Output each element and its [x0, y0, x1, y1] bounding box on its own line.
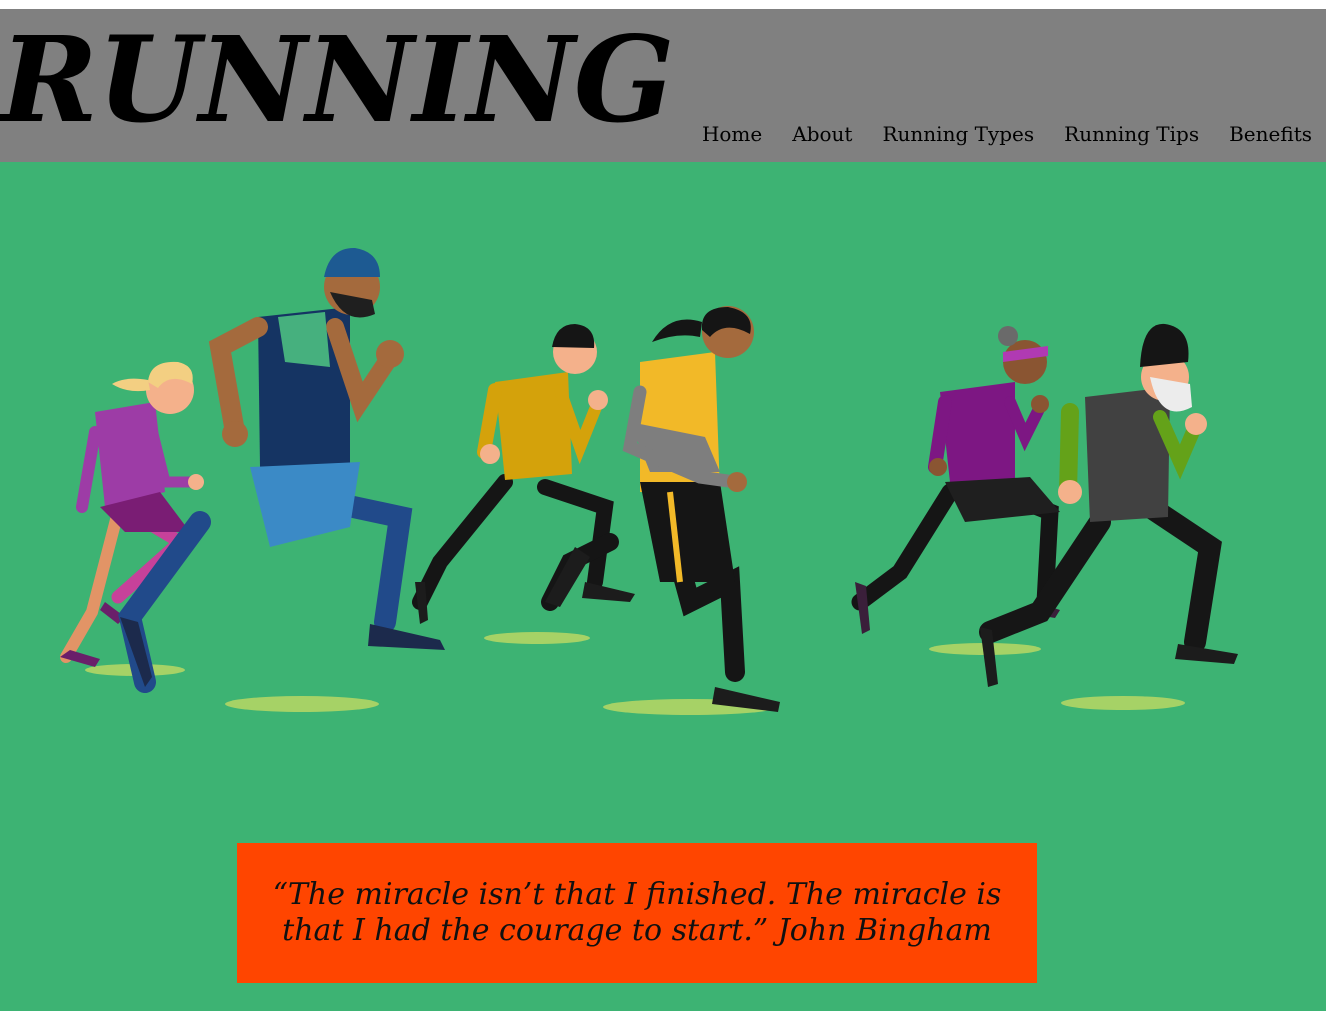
site-logo: RUNNING [0, 10, 675, 149]
runner-man-yellow [412, 324, 635, 624]
ground-shadows [85, 632, 1185, 715]
main-nav: Home About Running Types Running Tips Be… [702, 121, 1312, 147]
nav-home[interactable]: Home [702, 121, 762, 147]
runner-woman-purple [851, 326, 1060, 634]
nav-running-types[interactable]: Running Types [882, 121, 1034, 147]
nav-running-tips[interactable]: Running Tips [1064, 121, 1199, 147]
site-header: RUNNING Home About Running Types Running… [0, 9, 1326, 162]
quote-text: “The miracle isn’t that I finished. The … [272, 877, 1002, 948]
runner-man-blue [118, 247, 445, 693]
hero-section: “The miracle isn’t that I finished. The … [0, 162, 1326, 1011]
quote-box: “The miracle isn’t that I finished. The … [237, 843, 1037, 983]
nav-about[interactable]: About [792, 121, 852, 147]
nav-benefits[interactable]: Benefits [1229, 121, 1312, 147]
